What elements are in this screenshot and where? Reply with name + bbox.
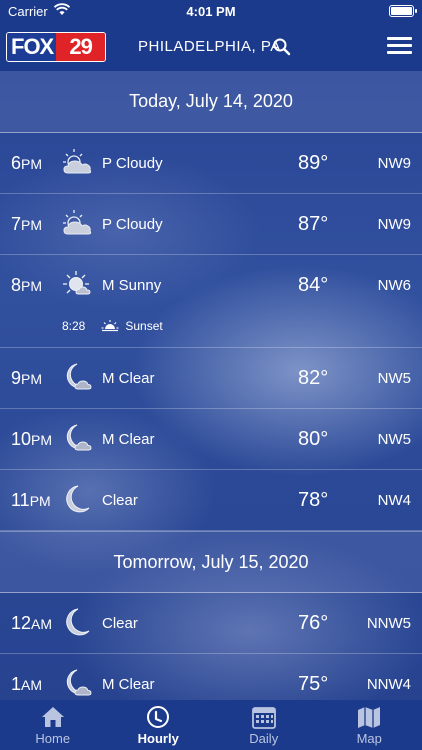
tab-label: Map (356, 731, 382, 746)
wind-value: NW9 (377, 216, 411, 233)
logo-fox-text: FOX (7, 33, 57, 61)
temperature-value: 80° (298, 428, 329, 450)
mostly-clear-night-icon (66, 424, 92, 451)
day-label: Tomorrow, July 15, 2020 (113, 551, 309, 572)
mostly-clear-night-icon (66, 363, 92, 390)
clear-night-icon (66, 485, 90, 513)
logo-number-text: 29 (56, 33, 105, 61)
clock-time: 4:01 PM (186, 4, 236, 19)
condition-label: M Clear (102, 431, 155, 448)
hour-label: 7PM (11, 214, 43, 234)
hour-label: 9PM (11, 368, 43, 388)
battery-icon (389, 5, 417, 17)
hamburger-menu-icon[interactable] (387, 37, 412, 57)
mostly-sunny-icon (63, 271, 91, 295)
condition-label: P Cloudy (102, 216, 163, 233)
wind-value: NW6 (377, 277, 411, 294)
wind-value: NW5 (377, 431, 411, 448)
condition-label: P Cloudy (102, 155, 163, 172)
wind-value: NW4 (377, 492, 411, 509)
hour-row[interactable]: 11PM Clear 78° NW4 (0, 470, 422, 531)
tab-map[interactable]: Map (317, 700, 422, 750)
sunset-icon (101, 320, 119, 332)
tab-label: Hourly (137, 731, 179, 746)
wind-value: NW9 (377, 155, 411, 172)
condition-label: Clear (102, 492, 138, 509)
tab-bar: Home Hourly Daily Map (0, 700, 422, 750)
tab-label: Daily (249, 731, 279, 746)
temperature-value: 78° (298, 489, 329, 511)
hour-label: 11PM (11, 490, 51, 510)
wind-value: NNW5 (366, 615, 411, 632)
hour-row[interactable]: 6PM P Cloudy 89° NW9 (0, 133, 422, 194)
partly-cloudy-icon (63, 210, 92, 235)
status-bar: Carrier 4:01 PM (0, 0, 422, 22)
location-label[interactable]: PHILADELPHIA, PA (138, 38, 281, 55)
home-icon (41, 707, 64, 727)
hour-label: 12AM (11, 613, 53, 633)
temperature-value: 76° (298, 612, 329, 634)
hour-row[interactable]: 7PM P Cloudy 87° NW9 (0, 194, 422, 255)
day-header-today: Today, July 14, 2020 (0, 71, 422, 133)
temperature-value: 87° (298, 213, 329, 235)
search-icon[interactable] (272, 37, 292, 57)
tab-hourly[interactable]: Hourly (106, 700, 212, 750)
map-icon (358, 707, 381, 728)
day-label: Today, July 14, 2020 (129, 91, 293, 111)
partly-cloudy-icon (63, 149, 92, 174)
condition-label: M Clear (102, 676, 155, 693)
hour-row[interactable]: 10PM M Clear 80° NW5 (0, 409, 422, 470)
hour-row[interactable]: 8PM M Sunny 84° NW6 8:28 Sunset (0, 255, 422, 348)
hour-label: 10PM (11, 429, 53, 449)
hourly-forecast-list[interactable]: Today, July 14, 2020 6PM P Cloudy 89° NW… (0, 71, 422, 715)
tab-home[interactable]: Home (0, 700, 106, 750)
tab-label: Home (35, 731, 71, 746)
clock-icon (147, 706, 170, 728)
sunset-label: Sunset (125, 319, 163, 333)
clear-night-icon (66, 608, 90, 636)
temperature-value: 75° (298, 673, 329, 695)
condition-label: Clear (102, 615, 138, 632)
wind-value: NW5 (377, 370, 411, 387)
mostly-clear-night-icon (66, 669, 92, 696)
hour-label: 6PM (11, 153, 43, 173)
sunset-info: 8:28 Sunset (62, 319, 163, 333)
temperature-value: 82° (298, 367, 329, 389)
temperature-value: 89° (298, 152, 329, 174)
tab-daily[interactable]: Daily (211, 700, 317, 750)
temperature-value: 84° (298, 274, 329, 296)
app-header: FOX 29 PHILADELPHIA, PA (0, 22, 422, 71)
day-header-tomorrow: Tomorrow, July 15, 2020 (0, 531, 422, 593)
condition-label: M Clear (102, 370, 155, 387)
hour-label: 1AM (11, 674, 43, 694)
hour-label: 8PM (11, 275, 43, 295)
hour-row[interactable]: 12AM Clear 76° NNW5 (0, 593, 422, 654)
calendar-icon (251, 707, 276, 729)
hour-row[interactable]: 9PM M Clear 82° NW5 (0, 348, 422, 409)
condition-label: M Sunny (102, 277, 162, 294)
wind-value: NNW4 (366, 676, 411, 693)
sunset-time: 8:28 (62, 319, 86, 333)
fox29-logo[interactable]: FOX 29 (6, 32, 106, 62)
